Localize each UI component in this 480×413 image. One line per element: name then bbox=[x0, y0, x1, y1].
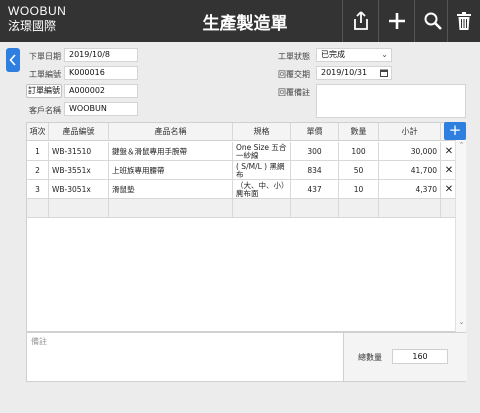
cell-price[interactable]: 437 bbox=[291, 180, 339, 199]
cell-qty[interactable]: 10 bbox=[339, 180, 379, 199]
empty-cell bbox=[379, 199, 441, 218]
work-no-label: 工單編號 bbox=[29, 70, 61, 79]
add-icon bbox=[388, 13, 405, 29]
col-header-idx: 項次 bbox=[27, 123, 49, 141]
status-value: 已完成 bbox=[321, 50, 345, 59]
chevron-down-icon: ⌄ bbox=[381, 50, 388, 59]
table-row[interactable]: 1 WB-31510 鍵盤＆滑鼠專用手腕帶 One Size 五合一紗線 300… bbox=[27, 142, 457, 161]
brand-logo: WOOBUN 泫璟國際 bbox=[8, 4, 66, 34]
col-header-spec: 規格 bbox=[233, 123, 291, 141]
cell-idx: 2 bbox=[27, 161, 49, 180]
col-header-name: 產品名稱 bbox=[109, 123, 233, 141]
status-select[interactable]: 已完成 ⌄ bbox=[316, 48, 392, 62]
cell-idx: 3 bbox=[27, 180, 49, 199]
table-row[interactable]: 3 WB-3051x 滑鼠墊 （大、中、小）麂布面 437 10 4,370 ✕ bbox=[27, 180, 457, 199]
order-no-button[interactable]: 訂單編號 bbox=[26, 84, 62, 98]
total-qty-box: 總數量 160 bbox=[343, 333, 467, 381]
footer-panel: 備註 總數量 160 bbox=[26, 332, 467, 382]
total-qty-label: 總數量 bbox=[358, 353, 382, 362]
add-row-button[interactable]: + bbox=[444, 122, 466, 140]
empty-cell[interactable] bbox=[109, 199, 233, 218]
col-header-price: 單價 bbox=[291, 123, 339, 141]
empty-cell[interactable] bbox=[339, 199, 379, 218]
cell-code[interactable]: WB-31510 bbox=[49, 142, 109, 161]
cell-idx: 1 bbox=[27, 142, 49, 161]
col-header-qty: 數量 bbox=[339, 123, 379, 141]
table-header: 項次 產品編號 產品名稱 規格 單價 數量 小計 bbox=[27, 123, 465, 141]
cell-qty[interactable]: 50 bbox=[339, 161, 379, 180]
order-date-label: 下單日期 bbox=[29, 52, 61, 61]
cell-qty[interactable]: 100 bbox=[339, 142, 379, 161]
cell-price[interactable]: 834 bbox=[291, 161, 339, 180]
top-bar: WOOBUN 泫璟國際 生產製造單 bbox=[0, 0, 480, 42]
reply-date-value: 2019/10/31 bbox=[321, 68, 368, 77]
cell-spec[interactable]: One Size 五合一紗線 bbox=[233, 142, 291, 161]
table-scrollbar[interactable]: ⌃ ⌄ bbox=[455, 140, 466, 332]
back-button[interactable] bbox=[6, 48, 20, 72]
notes-field[interactable] bbox=[27, 333, 343, 381]
share-button[interactable] bbox=[342, 0, 378, 42]
calendar-icon[interactable] bbox=[380, 69, 388, 77]
add-button[interactable] bbox=[378, 0, 414, 42]
cell-subtotal: 30,000 bbox=[379, 142, 441, 161]
empty-cell[interactable] bbox=[49, 199, 109, 218]
empty-cell bbox=[27, 199, 49, 218]
items-table: 項次 產品編號 產品名稱 規格 單價 數量 小計 1 WB-31510 鍵盤＆滑… bbox=[26, 122, 466, 332]
status-label: 工單狀態 bbox=[278, 52, 310, 61]
cell-code[interactable]: WB-3551x bbox=[49, 161, 109, 180]
empty-cell[interactable] bbox=[233, 199, 291, 218]
brand-name-en: WOOBUN bbox=[8, 4, 67, 18]
scroll-up-icon[interactable]: ⌃ bbox=[456, 141, 467, 149]
order-no-field[interactable]: A000002 bbox=[64, 84, 138, 98]
cell-name[interactable]: 鍵盤＆滑鼠專用手腕帶 bbox=[109, 142, 233, 161]
cell-code[interactable]: WB-3051x bbox=[49, 180, 109, 199]
col-header-code: 產品編號 bbox=[49, 123, 109, 141]
cell-subtotal: 41,700 bbox=[379, 161, 441, 180]
delete-button[interactable] bbox=[447, 0, 480, 42]
cell-spec[interactable]: ( S/M/L ) 黑網布 bbox=[233, 161, 291, 180]
trash-icon bbox=[457, 12, 471, 30]
cell-name[interactable]: 滑鼠墊 bbox=[109, 180, 233, 199]
new-row[interactable] bbox=[27, 199, 457, 218]
empty-cell[interactable] bbox=[291, 199, 339, 218]
reply-note-field[interactable] bbox=[316, 84, 466, 118]
search-button[interactable] bbox=[414, 0, 450, 42]
cell-price[interactable]: 300 bbox=[291, 142, 339, 161]
col-header-subtotal: 小計 bbox=[379, 123, 441, 141]
brand-name-zh: 泫璟國際 bbox=[8, 19, 57, 33]
chevron-left-icon bbox=[9, 54, 16, 66]
share-icon bbox=[353, 11, 368, 30]
work-no-field[interactable]: K000016 bbox=[64, 66, 138, 80]
customer-label: 客戶名稱 bbox=[29, 106, 61, 115]
table-row[interactable]: 2 WB-3551x 上班族專用腰帶 ( S/M/L ) 黑網布 834 50 … bbox=[27, 161, 457, 180]
reply-date-label: 回覆交期 bbox=[278, 70, 310, 79]
total-qty-value: 160 bbox=[392, 349, 448, 364]
customer-field[interactable]: WOOBUN bbox=[64, 102, 138, 116]
cell-spec[interactable]: （大、中、小）麂布面 bbox=[233, 180, 291, 199]
page-title: 生產製造單 bbox=[202, 14, 288, 34]
reply-note-label: 回覆備註 bbox=[278, 88, 310, 97]
cell-subtotal: 4,370 bbox=[379, 180, 441, 199]
reply-date-field[interactable]: 2019/10/31 bbox=[316, 66, 392, 80]
scroll-down-icon[interactable]: ⌄ bbox=[456, 318, 467, 326]
search-icon bbox=[424, 12, 442, 30]
order-date-field[interactable]: 2019/10/8 bbox=[64, 48, 138, 62]
cell-name[interactable]: 上班族專用腰帶 bbox=[109, 161, 233, 180]
